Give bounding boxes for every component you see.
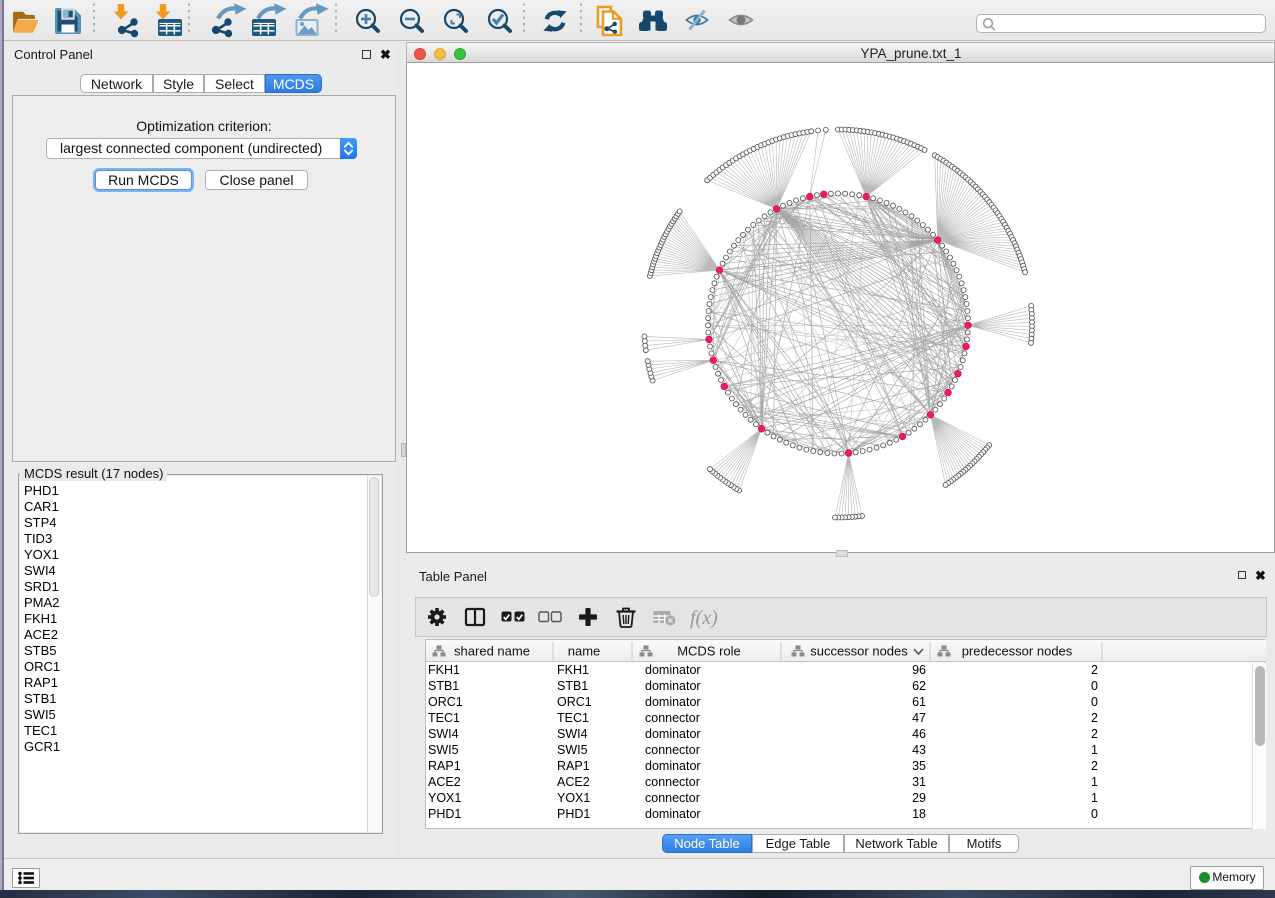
svg-text:MCDS role: MCDS role [677,644,741,659]
svg-text:successor nodes: successor nodes [810,644,908,659]
svg-text:shared name: shared name [454,644,530,659]
svg-text:predecessor nodes: predecessor nodes [962,644,1073,659]
svg-text:f(x): f(x) [690,607,718,629]
svg-text:name: name [568,644,601,659]
